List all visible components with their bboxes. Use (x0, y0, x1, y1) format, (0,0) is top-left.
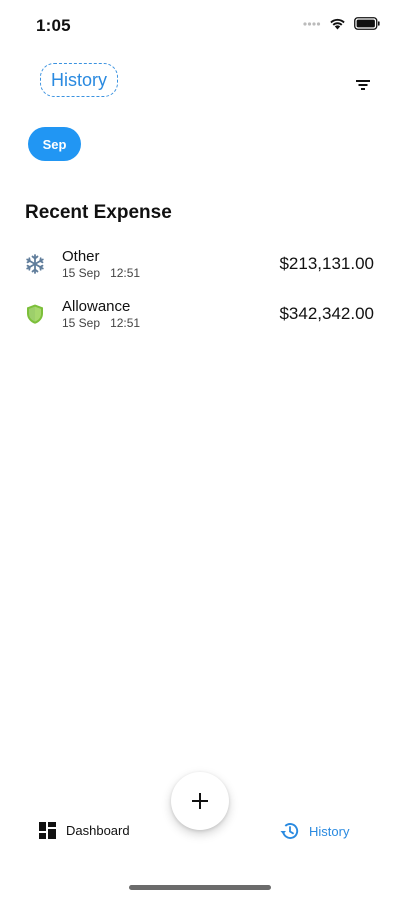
history-screen: 1:05 History Sep Recent Expense Other 15… (0, 0, 400, 900)
month-chip-sep[interactable]: Sep (28, 127, 81, 161)
expense-amount: $213,131.00 (279, 254, 374, 273)
history-icon (280, 823, 299, 839)
nav-history-label: History (309, 823, 350, 839)
status-icons (303, 17, 380, 30)
app-header: History (0, 60, 400, 100)
home-indicator (129, 885, 271, 890)
list-item[interactable]: Allowance 15 Sep 12:51 $342,342.00 (0, 290, 400, 340)
expense-amount: $342,342.00 (279, 304, 374, 323)
list-item[interactable]: Other 15 Sep 12:51 $213,131.00 (0, 240, 400, 290)
expense-time: 12:51 (110, 316, 141, 330)
expense-name: Other (62, 248, 100, 265)
expense-datetime: 15 Sep 12:51 (62, 266, 140, 280)
expense-list: Other 15 Sep 12:51 $213,131.00 Allowance… (0, 240, 400, 340)
page-title: History (40, 63, 119, 97)
plus-icon (192, 793, 208, 809)
status-bar: 1:05 (0, 0, 400, 50)
shield-icon (24, 303, 46, 325)
filter-button[interactable] (352, 74, 374, 94)
nav-dashboard[interactable]: Dashboard (39, 822, 130, 839)
expense-time: 12:51 (110, 266, 141, 280)
filter-icon (356, 80, 370, 90)
snowflake-icon (24, 253, 46, 275)
signal-dots-icon (303, 21, 321, 27)
nav-history[interactable]: History (280, 822, 349, 840)
nav-dashboard-label: Dashboard (66, 823, 130, 838)
expense-date: 15 Sep (62, 266, 101, 280)
expense-date: 15 Sep (62, 316, 101, 330)
expense-name: Allowance (62, 298, 131, 315)
add-expense-button[interactable] (171, 772, 229, 830)
dashboard-icon (39, 822, 56, 839)
wifi-icon (329, 17, 346, 30)
status-time: 1:05 (36, 16, 71, 35)
expense-datetime: 15 Sep 12:51 (62, 316, 140, 330)
section-title: Recent Expense (25, 202, 172, 223)
battery-icon (354, 17, 380, 30)
